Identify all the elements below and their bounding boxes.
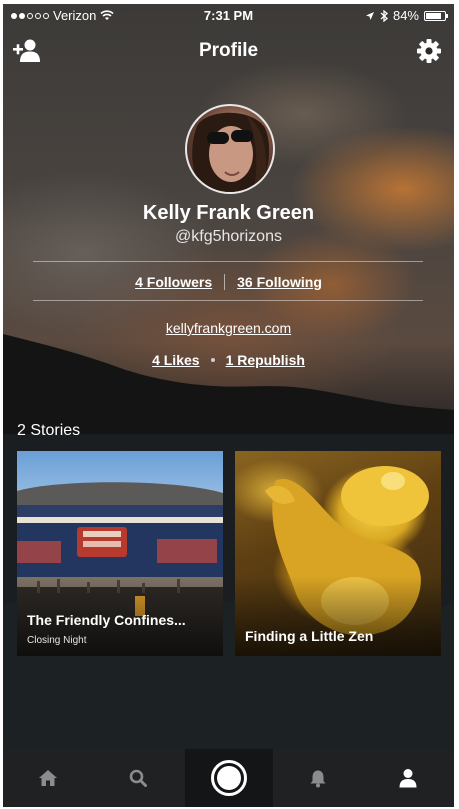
camera-icon (211, 760, 247, 796)
tab-profile[interactable] (373, 749, 443, 807)
story-title: The Friendly Confines... (27, 612, 186, 628)
follow-stats: 4 Followers 36 Following (3, 274, 454, 290)
tab-search[interactable] (103, 749, 173, 807)
status-bar: Verizon 7:31 PM 84% (3, 4, 454, 26)
tab-bar (3, 749, 454, 807)
avatar[interactable] (185, 104, 275, 194)
story-card-shade (235, 576, 441, 656)
location-arrow-icon (365, 11, 374, 20)
story-card[interactable]: The Friendly Confines... Closing Night (17, 451, 223, 656)
page-title: Profile (198, 40, 259, 61)
camera-shutter (217, 766, 241, 790)
search-icon (129, 769, 147, 787)
republish-link[interactable]: 1 Republish (226, 352, 305, 368)
home-icon (39, 770, 57, 786)
user-icon (399, 769, 417, 788)
bell-icon (310, 770, 326, 787)
story-title: Finding a Little Zen (245, 628, 374, 644)
battery-fill (426, 12, 442, 19)
profile-handle: @kfg5horizons (175, 228, 282, 245)
bluetooth-icon (380, 9, 388, 22)
profile-screen: Verizon 7:31 PM 84% Profile Kelly Frank … (3, 4, 454, 807)
followers-link[interactable]: 4 Followers (135, 274, 212, 290)
settings-button[interactable] (416, 38, 442, 64)
stories-count-heading: 2 Stories (17, 422, 81, 439)
follow-separator (224, 274, 226, 290)
divider-top (33, 261, 423, 262)
stats-bullet (210, 358, 215, 362)
story-subtitle: Closing Night (27, 635, 87, 646)
likes-link[interactable]: 4 Likes (152, 352, 199, 368)
story-card[interactable]: Finding a Little Zen (235, 451, 441, 656)
engagement-stats: 4 Likes 1 Republish (3, 352, 454, 368)
tab-notifications[interactable] (283, 749, 353, 807)
avatar-photo (192, 112, 270, 192)
website-link[interactable]: kellyfrankgreen.com (3, 320, 454, 336)
nav-bar: Profile (3, 26, 454, 76)
following-link[interactable]: 36 Following (237, 274, 322, 290)
battery-percent: 84% (392, 8, 419, 23)
tab-camera[interactable] (185, 749, 273, 807)
tab-home[interactable] (13, 749, 83, 807)
battery-icon (424, 10, 448, 21)
divider-bottom (33, 300, 423, 301)
gear-icon (417, 39, 441, 63)
profile-name: Kelly Frank Green (142, 202, 315, 224)
status-right: 84% (365, 8, 448, 23)
